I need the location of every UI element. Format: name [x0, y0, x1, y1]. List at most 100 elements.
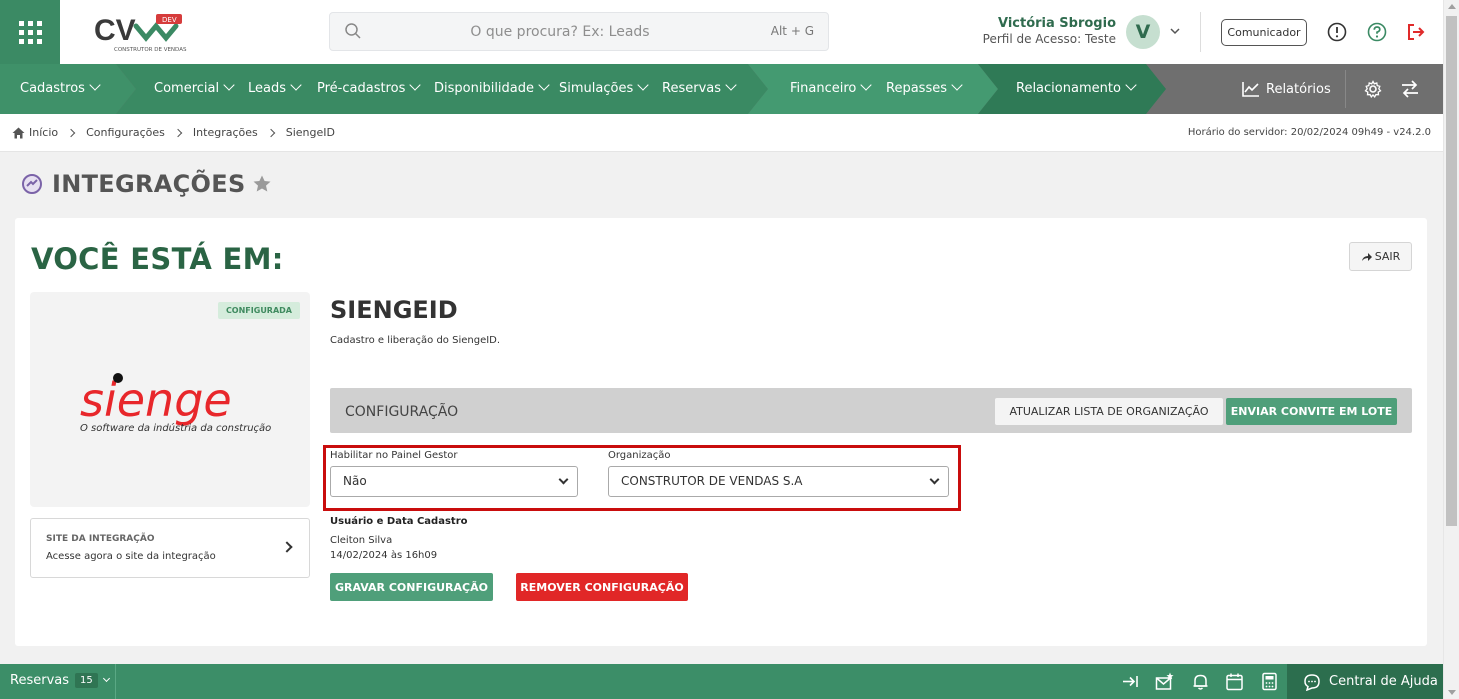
user-name: Victória Sbrogio	[997, 16, 1116, 31]
organization-select[interactable]: CONSTRUTOR DE VENDAS S.A	[608, 466, 949, 497]
calculator-icon[interactable]	[1260, 672, 1279, 691]
config-label: CONFIGURAÇÃO	[345, 404, 459, 420]
apps-grid-icon	[18, 20, 42, 44]
meta-title: Usuário e Data Cadastro	[330, 516, 468, 527]
reservas-label: Reservas	[10, 673, 69, 688]
chat-bubble-icon	[1304, 673, 1320, 691]
nav-leads[interactable]: Leads	[248, 64, 302, 114]
nav-reservas[interactable]: Reservas	[662, 64, 737, 114]
sienge-logo-word: sienge	[80, 373, 232, 427]
site-link-title: SITE DA INTEGRAÇÃO	[46, 534, 155, 544]
nav-repasses[interactable]: Repasses	[886, 64, 963, 114]
chevron-down-icon	[860, 79, 873, 91]
integration-site-link[interactable]: SITE DA INTEGRAÇÃO Acesse agora o site d…	[30, 518, 310, 578]
logout-icon[interactable]	[1406, 22, 1426, 42]
avatar[interactable]: V	[1126, 15, 1160, 49]
send-batch-invite-button[interactable]: ENVIAR CONVITE EM LOTE	[1226, 398, 1397, 425]
integration-logo-panel: CONFIGURADA sienge O software da indústr…	[30, 292, 310, 507]
search-input[interactable]	[370, 13, 750, 50]
breadcrumb-integracoes[interactable]: Integrações	[193, 126, 258, 139]
comunicador-button[interactable]: Comunicador	[1221, 19, 1307, 46]
save-config-button[interactable]: GRAVAR CONFIGURAÇÃO	[330, 573, 493, 601]
chevron-down-icon	[1125, 79, 1137, 91]
nav-disponibilidade[interactable]: Disponibilidade	[434, 64, 550, 114]
page-title-text: INTEGRAÇÕES	[52, 170, 246, 198]
integration-icon	[22, 174, 42, 194]
nav-relatorios-label: Relatórios	[1266, 81, 1331, 97]
gear-icon[interactable]	[1364, 80, 1382, 98]
status-badge: CONFIGURADA	[217, 302, 300, 319]
breadcrumb-configuracoes[interactable]: Configurações	[86, 126, 165, 139]
site-link-desc: Acesse agora o site da integração	[46, 551, 216, 562]
main-nav: Cadastros Comercial Leads Pré-cadastros …	[0, 64, 1443, 114]
page-scrollbar[interactable]	[1443, 0, 1459, 699]
help-center-label: Central de Ajuda	[1329, 674, 1438, 689]
header-divider	[1200, 12, 1201, 52]
breadcrumb: Início Configurações Integrações SiengeI…	[12, 126, 335, 139]
chevron-down-icon	[558, 474, 569, 485]
chevron-right-icon	[281, 541, 293, 553]
star-icon[interactable]	[252, 174, 272, 194]
collapse-right-icon[interactable]	[1121, 672, 1140, 691]
integration-card: VOCÊ ESTÁ EM: SAIR CONFIGURADA sienge O …	[15, 218, 1427, 646]
chevron-down-icon	[951, 79, 963, 91]
top-header: CV DEV CONSTRUTOR DE VENDAS Alt + G Vict…	[0, 0, 1443, 64]
reservas-toggle[interactable]: Reservas 15	[10, 673, 110, 688]
chart-line-icon	[1242, 82, 1259, 97]
meta-date: 14/02/2024 às 16h09	[330, 550, 438, 561]
meta-user: Cleiton Silva	[330, 535, 393, 546]
server-time: Horário do servidor: 20/02/2024 09h49 - …	[1187, 127, 1431, 138]
user-info[interactable]: Victória Sbrogio Perfil de Acesso: Teste	[960, 16, 1116, 46]
panel-gestor-value: Não	[343, 474, 367, 488]
cv-logo[interactable]: CV DEV CONSTRUTOR DE VENDAS	[94, 12, 190, 54]
search-icon	[345, 23, 361, 39]
user-profile: Perfil de Acesso: Teste	[982, 32, 1116, 46]
breadcrumb-bar: Início Configurações Integrações SiengeI…	[0, 114, 1443, 152]
chevron-down-icon	[223, 79, 235, 91]
chevron-down-icon	[89, 79, 101, 91]
organization-value: CONSTRUTOR DE VENDAS S.A	[621, 474, 803, 488]
chevron-down-icon	[409, 79, 422, 91]
scroll-up-icon[interactable]	[1448, 4, 1456, 9]
info-icon[interactable]	[1327, 22, 1347, 42]
chevron-right-icon	[66, 128, 76, 137]
calendar-icon[interactable]	[1225, 672, 1244, 691]
scroll-thumb[interactable]	[1446, 16, 1457, 526]
chevron-down-icon	[290, 79, 302, 91]
exit-label: SAIR	[1374, 250, 1401, 263]
swap-icon[interactable]	[1400, 80, 1420, 98]
apps-menu-button[interactable]	[0, 0, 60, 64]
chevron-down-icon	[637, 79, 649, 91]
bottom-divider	[115, 664, 116, 699]
help-center-button[interactable]: Central de Ajuda	[1287, 664, 1443, 699]
breadcrumb-inicio[interactable]: Início	[29, 126, 58, 139]
remove-config-button[interactable]: REMOVER CONFIGURAÇÃO	[516, 573, 688, 601]
search-shortcut: Alt + G	[770, 24, 814, 38]
panel-gestor-select[interactable]: Não	[330, 466, 578, 497]
exit-button[interactable]: SAIR	[1349, 242, 1412, 271]
panel-gestor-label: Habilitar no Painel Gestor	[330, 450, 458, 461]
sienge-tagline: O software da indústria da construção	[80, 423, 272, 434]
chevron-down-icon[interactable]	[1169, 25, 1181, 37]
chevron-down-icon	[538, 79, 550, 91]
scroll-down-icon[interactable]	[1448, 690, 1456, 695]
chevron-down-icon	[929, 474, 940, 485]
integration-description: Cadastro e liberação do SiengeID.	[330, 335, 501, 346]
nav-divider	[1345, 70, 1346, 108]
breadcrumb-siengeid: SiengeID	[285, 126, 335, 139]
nav-simulacoes[interactable]: Simulações	[559, 64, 649, 114]
mail-star-icon[interactable]	[1155, 672, 1174, 691]
bell-icon[interactable]	[1191, 672, 1210, 691]
logo-sub: CONSTRUTOR DE VENDAS	[114, 47, 187, 53]
update-org-list-button[interactable]: ATUALIZAR LISTA DE ORGANIZAÇÃO	[995, 398, 1223, 425]
integration-name: SIENGEID	[330, 296, 458, 324]
nav-financeiro[interactable]: Financeiro	[790, 64, 873, 114]
nav-relacionamento[interactable]: Relacionamento	[1016, 64, 1137, 114]
reservas-count: 15	[75, 673, 98, 688]
nav-relatorios[interactable]: Relatórios	[1242, 64, 1331, 114]
help-icon[interactable]	[1367, 22, 1387, 42]
share-arrow-icon	[1361, 252, 1372, 261]
nav-pre-cadastros[interactable]: Pré-cadastros	[317, 64, 422, 114]
nav-cadastros[interactable]: Cadastros	[20, 64, 101, 114]
nav-comercial[interactable]: Comercial	[154, 64, 235, 114]
